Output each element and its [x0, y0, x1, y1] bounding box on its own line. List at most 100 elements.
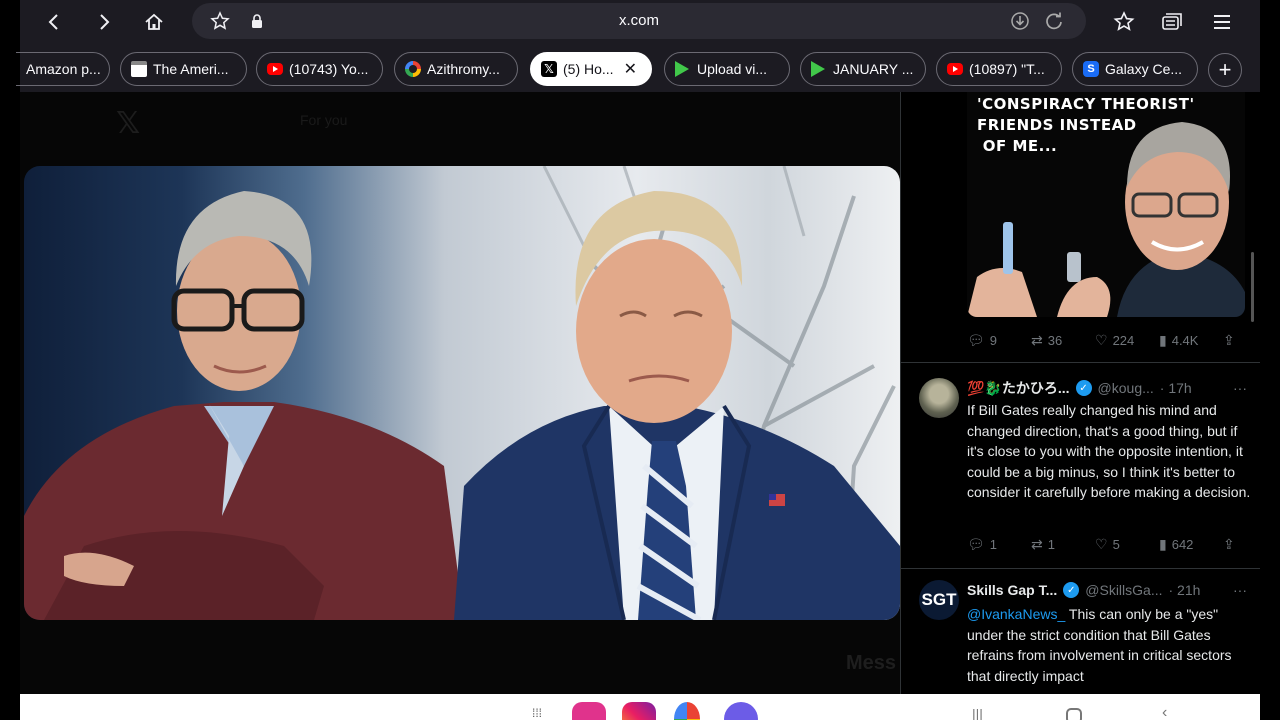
page-content: 𝕏 For you Mess 'CONSPIRACY THEORIST' FRI… — [20, 92, 1260, 694]
heart-icon: ♡ — [1095, 332, 1108, 348]
tabs-icon — [1162, 13, 1182, 30]
reply-count: 9 — [989, 333, 998, 348]
tab-january[interactable]: JANUARY ... — [800, 52, 926, 86]
bar-chart-icon: ▮ — [1159, 332, 1167, 348]
bookmarks-button[interactable] — [1108, 6, 1140, 38]
meme-image[interactable]: 'CONSPIRACY THEORIST' FRIENDS INSTEAD OF… — [967, 92, 1245, 317]
star-list-icon — [1113, 11, 1135, 31]
home-nav-icon[interactable] — [1066, 708, 1082, 720]
browser-toolbar: x.com — [20, 0, 1260, 44]
tweet-header: Skills Gap T... ✓ @SkillsGa... · 21h ··· — [967, 582, 1247, 598]
scrollbar-thumb[interactable] — [1251, 252, 1254, 322]
repost-button[interactable]: ⇄ 1 — [1031, 536, 1095, 553]
tweet-reply-1[interactable]: 💯🐉たかひろ... ✓ @koug... · 17h ··· If Bill G… — [901, 362, 1260, 568]
tab-galaxy[interactable]: S Galaxy Ce... — [1072, 52, 1198, 86]
reply-button[interactable]: 💬︎ 1 — [967, 536, 1031, 553]
view-count: 642 — [1171, 537, 1194, 552]
tab-manager-button[interactable] — [1156, 6, 1188, 38]
reply-button[interactable]: 💬︎ 9 — [967, 332, 1031, 349]
play-icon — [675, 61, 689, 77]
post-actions-1: 💬︎ 9 ⇄ 36 ♡ 224 ▮ 4.4K ⇪ — [967, 332, 1247, 349]
chevron-left-icon — [48, 14, 58, 30]
expanded-photo[interactable] — [24, 166, 900, 620]
tweet-time[interactable]: · 21h — [1169, 582, 1201, 598]
new-tab-button[interactable]: + — [1208, 53, 1242, 87]
view-count: 4.4K — [1171, 333, 1199, 348]
mention-link[interactable]: @IvankaNews_ — [967, 606, 1065, 622]
tab-label: Upload vi... — [697, 61, 768, 77]
app-drawer-icon[interactable]: ⁞⁞⁞ — [532, 706, 542, 720]
hamburger-icon — [1214, 15, 1230, 29]
for-you-tab-background: For you — [300, 112, 348, 128]
views-button[interactable]: ▮ 642 — [1159, 536, 1223, 553]
plus-icon: + — [1218, 57, 1232, 82]
download-icon[interactable] — [1010, 11, 1030, 31]
youtube-icon — [267, 63, 283, 75]
avatar[interactable] — [919, 378, 959, 418]
tweet-text: If Bill Gates really changed his mind an… — [967, 402, 1251, 500]
bar-chart-icon: ▮ — [1159, 536, 1167, 552]
views-button[interactable]: ▮ 4.4K — [1159, 332, 1223, 349]
right-letterbox — [1260, 0, 1280, 720]
more-icon[interactable]: ··· — [1233, 582, 1247, 598]
close-icon[interactable]: ✕ — [624, 59, 637, 79]
tab-label: (10897) "T... — [969, 61, 1045, 77]
reply-count: 1 — [989, 537, 998, 552]
more-icon[interactable]: ··· — [1233, 380, 1247, 396]
messenger-icon[interactable] — [724, 702, 758, 720]
photo-illustration — [24, 166, 900, 620]
reload-icon[interactable] — [1044, 11, 1064, 31]
url-bar[interactable]: x.com — [192, 3, 1086, 39]
google-maps-icon[interactable] — [674, 702, 700, 720]
tab-label: Azithromy... — [427, 61, 500, 77]
like-button[interactable]: ♡ 5 — [1095, 536, 1159, 553]
author-handle[interactable]: @SkillsGa... — [1085, 582, 1162, 598]
tweet-text: @IvankaNews_ This can only be a "yes" un… — [967, 604, 1251, 686]
share-icon: ⇪ — [1223, 332, 1235, 348]
share-button[interactable]: ⇪ — [1223, 536, 1247, 553]
repost-icon: ⇄ — [1031, 332, 1043, 348]
tab-azithromycin[interactable]: Azithromy... — [394, 52, 518, 86]
x-logo-icon: 𝕏 — [541, 61, 557, 77]
tweet-reply-2[interactable]: SGT Skills Gap T... ✓ @SkillsGa... · 21h… — [901, 568, 1260, 694]
google-icon — [405, 61, 421, 77]
back-button[interactable] — [38, 6, 70, 38]
author-name[interactable]: 💯🐉たかひろ... — [967, 378, 1070, 398]
tab-x-home[interactable]: 𝕏 (5) Ho... ✕ — [530, 52, 652, 86]
url-text[interactable]: x.com — [192, 12, 1086, 29]
page-favicon-icon — [131, 61, 147, 77]
tab-label: The Ameri... — [153, 61, 229, 77]
tab-label: JANUARY ... — [833, 61, 914, 77]
share-button[interactable]: ⇪ — [1223, 332, 1247, 349]
chevron-right-icon — [100, 14, 110, 30]
heart-icon: ♡ — [1095, 536, 1108, 552]
tab-youtube-1[interactable]: (10743) Yo... — [256, 52, 383, 86]
tweet-time[interactable]: · 17h — [1160, 380, 1192, 396]
home-button[interactable] — [138, 6, 170, 38]
repost-button[interactable]: ⇄ 36 — [1031, 332, 1095, 349]
tab-label: (5) Ho... — [563, 61, 614, 77]
tab-the-american[interactable]: The Ameri... — [120, 52, 247, 86]
reply-icon: 💬︎ — [967, 332, 985, 348]
back-nav-icon[interactable]: ‹ — [1162, 704, 1167, 720]
tab-upload[interactable]: Upload vi... — [664, 52, 790, 86]
share-icon: ⇪ — [1223, 536, 1235, 552]
system-nav-bar: ⁞⁞⁞ ||| ‹ — [20, 694, 1260, 720]
avatar[interactable]: SGT — [919, 580, 959, 620]
app-icon[interactable] — [572, 702, 606, 720]
recents-icon[interactable]: ||| — [972, 706, 983, 720]
forward-button[interactable] — [88, 6, 120, 38]
post-actions-2: 💬︎ 1 ⇄ 1 ♡ 5 ▮ 642 ⇪ — [967, 536, 1247, 553]
tab-youtube-2[interactable]: (10897) "T... — [936, 52, 1062, 86]
author-name[interactable]: Skills Gap T... — [967, 582, 1057, 598]
tab-amazon[interactable]: Amazon p... — [16, 52, 110, 86]
play-icon — [811, 61, 825, 77]
instagram-icon[interactable] — [622, 702, 656, 720]
reply-icon: 💬︎ — [967, 536, 985, 552]
author-handle[interactable]: @koug... — [1098, 380, 1154, 396]
verified-badge-icon: ✓ — [1075, 380, 1092, 396]
like-button[interactable]: ♡ 224 — [1095, 332, 1159, 349]
menu-button[interactable] — [1206, 6, 1238, 38]
messages-label-background: Mess — [846, 652, 897, 674]
like-count: 224 — [1112, 333, 1135, 348]
